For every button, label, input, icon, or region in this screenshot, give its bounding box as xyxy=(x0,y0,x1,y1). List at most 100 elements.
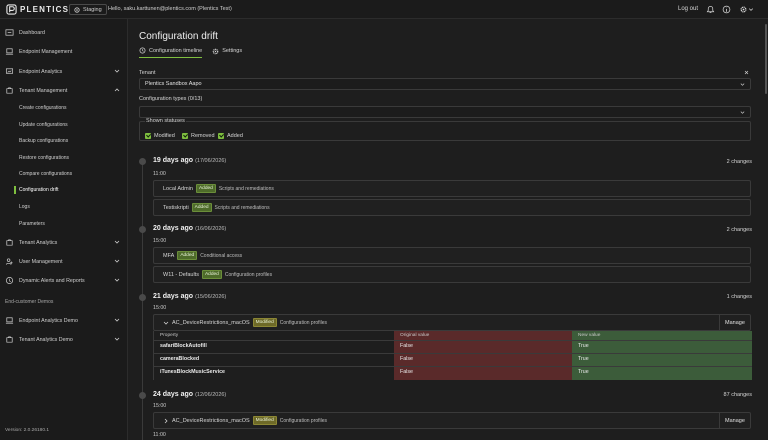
plentics-logo-icon xyxy=(6,4,17,15)
sidebar-subitem-logs[interactable]: Logs xyxy=(19,202,30,212)
status-checkbox-removed[interactable]: Removed xyxy=(182,133,215,139)
chevron-down-icon[interactable] xyxy=(114,239,120,245)
sidebar-subitem-configuration-drift[interactable]: Configuration drift xyxy=(19,185,58,195)
change-item[interactable]: Testiskripti Added Scripts and remediation… xyxy=(153,199,751,216)
sidebar-item-dynamic-alerts[interactable]: Dynamic Alerts and Reports xyxy=(0,272,128,289)
row-divider xyxy=(154,353,752,354)
tenant-value: Plentics Sandbox Aapo xyxy=(145,81,202,87)
item-category: Scripts and remediations xyxy=(218,185,274,192)
sidebar-item-endpoint-management[interactable]: Endpoint Management xyxy=(0,43,128,60)
statuses-legend: Shown statuses xyxy=(145,118,186,124)
tab-bar: Configuration timeline Settings xyxy=(139,47,242,58)
sidebar-item-endpoint-analytics[interactable]: Endpoint Analytics xyxy=(0,63,128,80)
tab-label: Settings xyxy=(222,48,243,54)
chevron-down-icon[interactable] xyxy=(114,336,120,342)
item-name: W11 - Defaults xyxy=(163,271,199,278)
chevron-down-icon[interactable] xyxy=(748,5,754,14)
status-checkbox-added[interactable]: Added xyxy=(218,133,243,139)
group-date: (12/06/2026) xyxy=(195,392,227,398)
environment-label: Staging xyxy=(83,6,102,13)
chevron-right-icon[interactable] xyxy=(163,418,169,424)
chevron-up-icon[interactable] xyxy=(114,87,120,93)
item-name: MFA xyxy=(163,252,175,259)
chevron-down-icon[interactable] xyxy=(114,277,120,283)
sidebar-subitem-compare[interactable]: Compare configurations xyxy=(19,169,72,179)
environment-badge[interactable]: Staging xyxy=(69,4,107,15)
timeline-dot xyxy=(139,294,146,301)
group-header: 19 days ago (17/06/2026) xyxy=(153,157,226,164)
sidebar-item-tenant-analytics-demo[interactable]: Tenant Analytics Demo xyxy=(0,331,128,348)
sidebar-item-label: User Management xyxy=(19,258,63,265)
notification-bell-icon[interactable] xyxy=(706,5,715,14)
status-badge: Added xyxy=(195,184,216,193)
plentics-logo[interactable]: PLENTICS xyxy=(6,4,69,15)
tenant-select[interactable]: Plentics Sandbox Aapo xyxy=(139,78,751,90)
sidebar-item-endpoint-analytics-demo[interactable]: Endpoint Analytics Demo xyxy=(0,312,128,329)
change-count: 2 changes xyxy=(726,159,752,165)
sidebar-subitem-backup[interactable]: Backup configurations xyxy=(19,136,68,146)
chevron-down-icon[interactable] xyxy=(114,68,120,74)
item-name: Local Admin xyxy=(163,185,193,192)
logout-link[interactable]: Log out xyxy=(678,6,698,12)
clear-icon[interactable] xyxy=(744,70,749,75)
gear-icon xyxy=(212,48,219,54)
sidebar-item-label: Tenant Analytics Demo xyxy=(19,336,73,343)
column-header: Original value xyxy=(400,333,430,338)
group-time: 15:00 xyxy=(153,403,167,409)
sidebar-item-dashboard[interactable]: Dashboard xyxy=(0,24,128,41)
analytics-icon xyxy=(5,68,14,74)
status-badge: Modified xyxy=(252,318,277,327)
chevron-down-icon[interactable] xyxy=(114,258,120,264)
manage-button[interactable]: Manage xyxy=(719,315,750,330)
sidebar-item-label: Endpoint Analytics Demo xyxy=(19,317,78,324)
sidebar-item-user-management[interactable]: User Management xyxy=(0,253,128,270)
original-value-column xyxy=(394,331,572,380)
statuses-fieldset: Shown statuses Modified Removed Added xyxy=(139,118,751,141)
sidebar-item-label: Dashboard xyxy=(19,29,45,36)
checkbox-checked-icon xyxy=(145,133,151,139)
property-name: safariBlockAutofill xyxy=(160,343,207,349)
tab-configuration-timeline[interactable]: Configuration timeline xyxy=(139,47,203,58)
group-header: 20 days ago (16/06/2026) xyxy=(153,225,226,232)
change-item[interactable]: W11 - Defaults Added Configuration profile… xyxy=(153,266,751,283)
info-icon[interactable] xyxy=(722,5,731,14)
sidebar-subitem-create[interactable]: Create configurations xyxy=(19,103,67,113)
property-name: cameraBlocked xyxy=(160,356,200,362)
change-count: 2 changes xyxy=(726,227,752,233)
change-item[interactable]: AC_DeviceRestrictions_macOS Modified Confi… xyxy=(153,412,751,429)
scrollbar-thumb[interactable] xyxy=(765,24,767,94)
sidebar-subitem-restore[interactable]: Restore configurations xyxy=(19,153,69,163)
gear-icon[interactable] xyxy=(739,5,748,14)
property-name: iTunesBlockMusicService xyxy=(160,369,225,375)
configuration-types-select[interactable] xyxy=(139,106,751,118)
sidebar-subitem-parameters[interactable]: Parameters xyxy=(19,219,45,229)
checkbox-label: Removed xyxy=(191,133,215,139)
item-name: Testiskripti xyxy=(163,204,189,211)
change-item[interactable]: MFA Added Conditional access xyxy=(153,247,751,264)
sidebar-item-tenant-management[interactable]: Tenant Management xyxy=(0,82,128,99)
group-date: (15/06/2026) xyxy=(195,294,227,300)
change-item-expanded[interactable]: AC_DeviceRestrictions_macOS Modified Confi… xyxy=(153,314,751,331)
group-ago: 24 days ago xyxy=(153,391,194,398)
tenant-label: Tenant xyxy=(139,70,156,76)
group-ago: 21 days ago xyxy=(153,293,194,300)
timeline-dot xyxy=(139,158,146,165)
sidebar-item-tenant-analytics[interactable]: Tenant Analytics xyxy=(0,234,128,251)
checkbox-label: Added xyxy=(227,133,243,139)
status-checkbox-modified[interactable]: Modified xyxy=(145,133,175,139)
dashboard-icon xyxy=(5,29,14,36)
sidebar-item-label: Tenant Management xyxy=(19,87,68,94)
greeting-text: Hello, saku.karttunen@plentics.com (Plen… xyxy=(108,6,232,12)
alert-icon xyxy=(5,276,14,285)
manage-button[interactable]: Manage xyxy=(719,413,750,428)
chevron-down-icon[interactable] xyxy=(163,320,169,326)
chevron-down-icon[interactable] xyxy=(114,317,120,323)
sidebar-item-label: Endpoint Analytics xyxy=(19,68,63,75)
chevron-down-icon xyxy=(740,111,745,114)
sidebar-subitem-update[interactable]: Update configurations xyxy=(19,120,68,130)
checkbox-label: Modified xyxy=(154,133,175,139)
tab-settings[interactable]: Settings xyxy=(212,47,242,58)
change-item[interactable]: Local Admin Added Scripts and remediations xyxy=(153,180,751,197)
scrollbar[interactable] xyxy=(764,19,768,440)
group-date: (16/06/2026) xyxy=(195,226,227,232)
